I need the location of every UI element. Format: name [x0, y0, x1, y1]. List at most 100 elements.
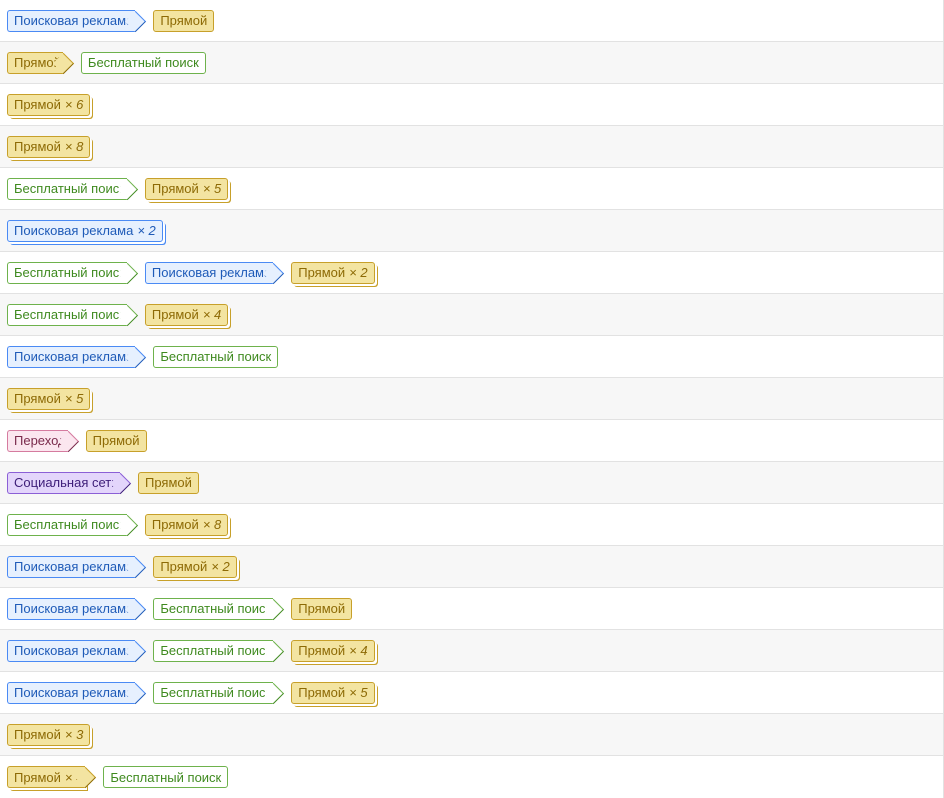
channel-label: Поисковая реклама — [151, 265, 272, 280]
channel-label: Поисковая реклама — [14, 223, 134, 238]
channel-chip[interactable]: Поисковая реклама — [7, 9, 136, 32]
channel-chip[interactable]: Прямой × 6 — [7, 93, 91, 116]
path-row: Прямой Бесплатный поиск — [0, 42, 943, 84]
channel-label: Бесплатный поиск — [14, 517, 125, 532]
path-row: Бесплатный поиск Прямой × 5 — [0, 168, 943, 210]
path-row: Бесплатный поиск Прямой × 8 — [0, 504, 943, 546]
channel-chip[interactable]: Прямой — [153, 9, 215, 32]
channel-chip[interactable]: Бесплатный поиск — [153, 681, 274, 704]
channel-chip[interactable]: Бесплатный поиск — [153, 345, 279, 368]
channel-chip[interactable]: Прямой — [7, 51, 63, 74]
channel-chip[interactable]: Переход — [7, 429, 68, 452]
channel-label: Прямой — [14, 391, 61, 406]
channel-label: Прямой — [298, 643, 346, 658]
channel-label: Прямой — [151, 307, 199, 322]
channel-chip[interactable]: Прямой × 5 — [7, 387, 91, 410]
channel-chip[interactable]: Прямой × 8 — [144, 513, 229, 536]
channel-label: Бесплатный поиск — [160, 601, 272, 616]
repeat-count: × 4 — [349, 643, 368, 658]
channel-label: Прямой — [160, 13, 208, 28]
path-row: Бесплатный поиск Поисковая реклама Прямой ×… — [0, 252, 943, 294]
channel-chip[interactable]: Поисковая реклама — [7, 681, 136, 704]
channel-chip[interactable]: Бесплатный поиск — [7, 303, 127, 326]
repeat-count: × 2 — [211, 559, 230, 574]
path-row: Прямой × 3 — [0, 714, 943, 756]
channel-chip[interactable]: Прямой × 5 — [291, 681, 375, 704]
repeat-count: × 4 — [64, 769, 84, 785]
path-row: Социальная сеть Прямой — [0, 462, 943, 504]
path-row: Переход Прямой — [0, 420, 943, 462]
channel-label: Поисковая реклама — [14, 601, 134, 616]
channel-chip[interactable]: Бесплатный поиск — [80, 51, 206, 74]
channel-chip[interactable]: Поисковая реклама × 2 — [7, 219, 163, 242]
channel-label: Прямой — [145, 475, 192, 490]
channel-label: Поисковая реклама — [14, 643, 134, 658]
channel-label: Поисковая реклама — [14, 685, 134, 700]
channel-chip[interactable]: Поисковая реклама — [7, 555, 136, 578]
channel-chip[interactable]: Социальная сеть — [7, 471, 120, 494]
channel-label: Переход — [14, 433, 66, 448]
path-row: Поисковая реклама Бесплатный поиск Прямой ×… — [0, 630, 943, 672]
path-row: Прямой × 5 — [0, 378, 943, 420]
channel-chip[interactable]: Бесплатный поиск — [153, 639, 274, 662]
channel-chip[interactable]: Бесплатный поиск — [7, 513, 127, 536]
channel-label: Прямой — [151, 517, 199, 532]
channel-chip[interactable]: Прямой — [138, 471, 199, 494]
repeat-count: × 5 — [349, 685, 368, 700]
channel-chip[interactable]: Прямой × 5 — [144, 177, 229, 200]
channel-chip[interactable]: Прямой × 3 — [7, 723, 91, 746]
channel-chip[interactable]: Прямой × 2 — [291, 261, 375, 284]
repeat-count: × 5 — [64, 391, 84, 406]
channel-chip[interactable]: Бесплатный поиск — [7, 177, 127, 200]
repeat-count: × 3 — [64, 727, 84, 742]
channel-chip[interactable]: Поисковая реклама — [144, 261, 274, 284]
repeat-count: × 2 — [349, 265, 368, 280]
channel-chip[interactable]: Прямой × 2 — [153, 555, 237, 578]
path-row: Поисковая реклама Бесплатный поиск Прямой ×… — [0, 672, 943, 714]
channel-label: Поисковая реклама — [14, 13, 134, 28]
channel-label: Бесплатный поиск — [14, 265, 125, 280]
channel-chip[interactable]: Прямой × 8 — [7, 135, 91, 158]
channel-label: Прямой — [14, 769, 61, 785]
channel-label: Бесплатный поиск — [160, 685, 272, 700]
channel-chip[interactable]: Поисковая реклама — [7, 597, 136, 620]
channel-label: Прямой — [298, 265, 346, 280]
channel-label: Прямой — [151, 181, 199, 196]
channel-label: Социальная сеть — [14, 475, 118, 490]
channel-label: Прямой — [14, 55, 61, 70]
channel-chip[interactable]: Поисковая реклама — [7, 345, 136, 368]
channel-chip[interactable]: Прямой × 4 — [7, 766, 86, 788]
channel-label: Бесплатный поиск — [14, 181, 125, 196]
channel-chip[interactable]: Бесплатный поиск — [153, 597, 274, 620]
channel-label: Прямой — [14, 139, 61, 154]
repeat-count: × 4 — [202, 307, 222, 322]
channel-chip[interactable]: Бесплатный поиск — [7, 261, 127, 284]
channel-label: Прямой — [160, 559, 208, 574]
repeat-count: × 6 — [64, 97, 84, 112]
path-row: Прямой × 6 — [0, 84, 943, 126]
channel-chip[interactable]: Прямой — [85, 429, 147, 452]
channel-chip[interactable]: Прямой × 4 — [144, 303, 229, 326]
channel-label: Поисковая реклама — [14, 349, 134, 364]
path-row: Бесплатный поиск Прямой × 4 — [0, 294, 943, 336]
channel-chip[interactable]: Бесплатный поиск — [103, 766, 229, 788]
channel-label: Прямой — [298, 685, 346, 700]
path-row: Прямой × 8 — [0, 126, 943, 168]
path-row: Поисковая реклама Прямой — [0, 0, 943, 42]
channel-label: Прямой — [92, 433, 140, 448]
repeat-count: × 8 — [64, 139, 84, 154]
path-row: Прямой × 4 Бесплатный поиск — [0, 756, 943, 798]
channel-label: Прямой — [298, 601, 346, 616]
channel-chip[interactable]: Прямой — [291, 597, 353, 620]
path-row: Поисковая реклама Прямой × 2 — [0, 546, 943, 588]
path-row: Поисковая реклама × 2 — [0, 210, 943, 252]
channel-label: Прямой — [14, 97, 61, 112]
channel-label: Прямой — [14, 727, 61, 742]
channel-chip[interactable]: Поисковая реклама — [7, 639, 136, 662]
channel-label: Поисковая реклама — [14, 559, 134, 574]
conversion-paths-list: Поисковая реклама Прямой Прямой Бесплатный … — [0, 0, 944, 798]
channel-label: Бесплатный поиск — [110, 769, 222, 785]
channel-chip[interactable]: Прямой × 4 — [291, 639, 375, 662]
repeat-count: × 2 — [137, 223, 156, 238]
channel-label: Бесплатный поиск — [87, 55, 199, 70]
